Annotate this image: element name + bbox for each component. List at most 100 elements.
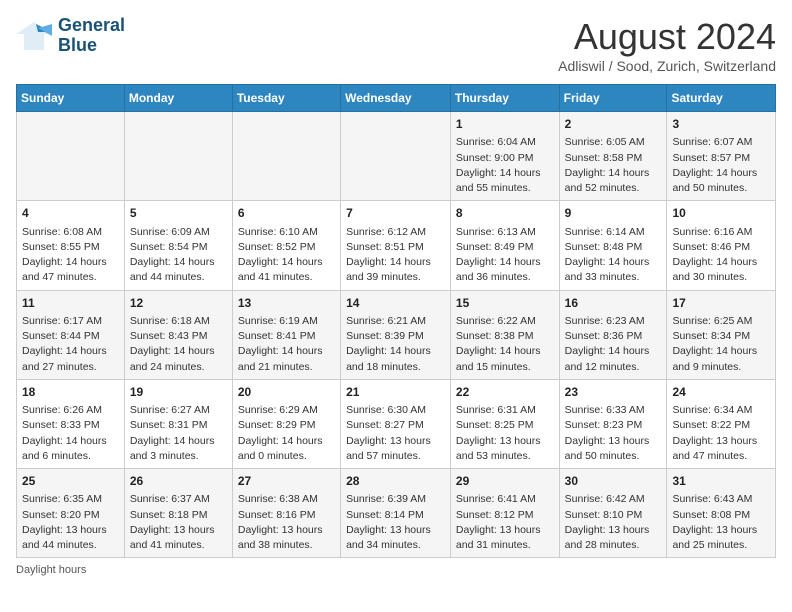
day-number: 7 xyxy=(346,205,445,222)
day-number: 3 xyxy=(672,116,770,133)
day-info: Sunrise: 6:39 AM Sunset: 8:14 PM Dayligh… xyxy=(346,492,445,553)
calendar-cell: 15Sunrise: 6:22 AM Sunset: 8:38 PM Dayli… xyxy=(450,290,559,379)
day-info: Sunrise: 6:27 AM Sunset: 8:31 PM Dayligh… xyxy=(130,403,227,464)
logo-line2: Blue xyxy=(58,36,125,56)
day-info: Sunrise: 6:31 AM Sunset: 8:25 PM Dayligh… xyxy=(456,403,554,464)
calendar-cell: 23 Sunrise: 6:33 AM Sunset: 8:23 PM Dayli… xyxy=(559,379,667,468)
day-info: Sunrise: 6:16 AM Sunset: 8:46 PM Dayligh… xyxy=(672,225,770,286)
calendar-cell: 8Sunrise: 6:13 AM Sunset: 8:49 PM Daylig… xyxy=(450,201,559,290)
day-info: Sunrise: 6:30 AM Sunset: 8:27 PM Dayligh… xyxy=(346,403,445,464)
logo-icon xyxy=(16,18,52,54)
calendar-cell: 18 Sunrise: 6:26 AM Sunset: 8:33 PM Dayli… xyxy=(17,379,125,468)
calendar-cell xyxy=(124,112,232,201)
calendar-cell: 21 Sunrise: 6:30 AM Sunset: 8:27 PM Dayli… xyxy=(341,379,451,468)
day-number: 17 xyxy=(672,295,770,312)
header-row: SundayMondayTuesdayWednesdayThursdayFrid… xyxy=(17,85,776,112)
calendar-cell: 3 Sunrise: 6:07 AM Sunset: 8:57 PM Daylig… xyxy=(667,112,776,201)
day-number: 30 xyxy=(565,473,662,490)
day-info: Sunrise: 6:14 AM Sunset: 8:48 PM Dayligh… xyxy=(565,225,662,286)
month-title: August 2024 xyxy=(558,16,776,58)
logo: General Blue xyxy=(16,16,125,56)
day-number: 6 xyxy=(238,205,335,222)
calendar-cell: 6 Sunrise: 6:10 AM Sunset: 8:52 PM Daylig… xyxy=(232,201,340,290)
day-info: Sunrise: 6:13 AM Sunset: 8:49 PM Dayligh… xyxy=(456,225,554,286)
day-info: Sunrise: 6:08 AM Sunset: 8:55 PM Dayligh… xyxy=(22,225,119,286)
logo-line1: General xyxy=(58,16,125,36)
day-info: Sunrise: 6:35 AM Sunset: 8:20 PM Dayligh… xyxy=(22,492,119,553)
day-info: Sunrise: 6:29 AM Sunset: 8:29 PM Dayligh… xyxy=(238,403,335,464)
header-cell-monday: Monday xyxy=(124,85,232,112)
day-info: Sunrise: 6:43 AM Sunset: 8:08 PM Dayligh… xyxy=(672,492,770,553)
calendar-cell: 5 Sunrise: 6:09 AM Sunset: 8:54 PM Daylig… xyxy=(124,201,232,290)
day-number: 13 xyxy=(238,295,335,312)
day-number: 2 xyxy=(565,116,662,133)
day-number: 5 xyxy=(130,205,227,222)
day-info: Sunrise: 6:17 AM Sunset: 8:44 PM Dayligh… xyxy=(22,314,119,375)
day-info: Sunrise: 6:37 AM Sunset: 8:18 PM Dayligh… xyxy=(130,492,227,553)
calendar-cell: 17 Sunrise: 6:25 AM Sunset: 8:34 PM Dayli… xyxy=(667,290,776,379)
day-number: 25 xyxy=(22,473,119,490)
location-title: Adliswil / Sood, Zurich, Switzerland xyxy=(558,58,776,74)
calendar-cell: 4 Sunrise: 6:08 AM Sunset: 8:55 PM Daylig… xyxy=(17,201,125,290)
day-number: 4 xyxy=(22,205,119,222)
calendar-cell: 16 Sunrise: 6:23 AM Sunset: 8:36 PM Dayli… xyxy=(559,290,667,379)
day-number: 27 xyxy=(238,473,335,490)
day-info: Sunrise: 6:26 AM Sunset: 8:33 PM Dayligh… xyxy=(22,403,119,464)
calendar-cell: 24 Sunrise: 6:34 AM Sunset: 8:22 PM Dayli… xyxy=(667,379,776,468)
calendar-cell xyxy=(341,112,451,201)
logo-text: General Blue xyxy=(58,16,125,56)
day-number: 1 xyxy=(456,116,554,133)
day-info: Sunrise: 6:41 AM Sunset: 8:12 PM Dayligh… xyxy=(456,492,554,553)
calendar-table: SundayMondayTuesdayWednesdayThursdayFrid… xyxy=(16,84,776,558)
calendar-cell: 31 Sunrise: 6:43 AM Sunset: 8:08 PM Dayli… xyxy=(667,469,776,558)
calendar-week-1: 1Sunrise: 6:04 AM Sunset: 9:00 PM Daylig… xyxy=(17,112,776,201)
day-number: 16 xyxy=(565,295,662,312)
day-number: 18 xyxy=(22,384,119,401)
day-info: Sunrise: 6:05 AM Sunset: 8:58 PM Dayligh… xyxy=(565,135,662,196)
day-number: 23 xyxy=(565,384,662,401)
day-number: 28 xyxy=(346,473,445,490)
calendar-week-2: 4 Sunrise: 6:08 AM Sunset: 8:55 PM Daylig… xyxy=(17,201,776,290)
day-number: 31 xyxy=(672,473,770,490)
header-cell-thursday: Thursday xyxy=(450,85,559,112)
calendar-cell: 25 Sunrise: 6:35 AM Sunset: 8:20 PM Dayli… xyxy=(17,469,125,558)
day-info: Sunrise: 6:38 AM Sunset: 8:16 PM Dayligh… xyxy=(238,492,335,553)
day-info: Sunrise: 6:10 AM Sunset: 8:52 PM Dayligh… xyxy=(238,225,335,286)
day-number: 24 xyxy=(672,384,770,401)
day-info: Sunrise: 6:23 AM Sunset: 8:36 PM Dayligh… xyxy=(565,314,662,375)
day-number: 29 xyxy=(456,473,554,490)
day-info: Sunrise: 6:09 AM Sunset: 8:54 PM Dayligh… xyxy=(130,225,227,286)
calendar-cell: 12 Sunrise: 6:18 AM Sunset: 8:43 PM Dayli… xyxy=(124,290,232,379)
header-cell-sunday: Sunday xyxy=(17,85,125,112)
day-number: 26 xyxy=(130,473,227,490)
calendar-cell: 7 Sunrise: 6:12 AM Sunset: 8:51 PM Daylig… xyxy=(341,201,451,290)
day-info: Sunrise: 6:34 AM Sunset: 8:22 PM Dayligh… xyxy=(672,403,770,464)
day-info: Sunrise: 6:22 AM Sunset: 8:38 PM Dayligh… xyxy=(456,314,554,375)
day-number: 21 xyxy=(346,384,445,401)
header-cell-saturday: Saturday xyxy=(667,85,776,112)
day-number: 20 xyxy=(238,384,335,401)
calendar-cell: 26 Sunrise: 6:37 AM Sunset: 8:18 PM Dayli… xyxy=(124,469,232,558)
header-cell-friday: Friday xyxy=(559,85,667,112)
day-info: Sunrise: 6:07 AM Sunset: 8:57 PM Dayligh… xyxy=(672,135,770,196)
footer-note: Daylight hours xyxy=(16,564,776,576)
header-cell-tuesday: Tuesday xyxy=(232,85,340,112)
calendar-cell: 27 Sunrise: 6:38 AM Sunset: 8:16 PM Dayli… xyxy=(232,469,340,558)
calendar-cell xyxy=(232,112,340,201)
header-cell-wednesday: Wednesday xyxy=(341,85,451,112)
calendar-cell: 9Sunrise: 6:14 AM Sunset: 8:48 PM Daylig… xyxy=(559,201,667,290)
title-block: August 2024 Adliswil / Sood, Zurich, Swi… xyxy=(558,16,776,74)
calendar-week-4: 18 Sunrise: 6:26 AM Sunset: 8:33 PM Dayli… xyxy=(17,379,776,468)
calendar-week-3: 11 Sunrise: 6:17 AM Sunset: 8:44 PM Dayli… xyxy=(17,290,776,379)
calendar-week-5: 25 Sunrise: 6:35 AM Sunset: 8:20 PM Dayli… xyxy=(17,469,776,558)
day-number: 11 xyxy=(22,295,119,312)
day-number: 14 xyxy=(346,295,445,312)
day-info: Sunrise: 6:25 AM Sunset: 8:34 PM Dayligh… xyxy=(672,314,770,375)
calendar-cell: 13Sunrise: 6:19 AM Sunset: 8:41 PM Dayli… xyxy=(232,290,340,379)
day-number: 19 xyxy=(130,384,227,401)
calendar-cell: 29 Sunrise: 6:41 AM Sunset: 8:12 PM Dayli… xyxy=(450,469,559,558)
day-info: Sunrise: 6:12 AM Sunset: 8:51 PM Dayligh… xyxy=(346,225,445,286)
day-info: Sunrise: 6:33 AM Sunset: 8:23 PM Dayligh… xyxy=(565,403,662,464)
day-info: Sunrise: 6:18 AM Sunset: 8:43 PM Dayligh… xyxy=(130,314,227,375)
day-number: 12 xyxy=(130,295,227,312)
